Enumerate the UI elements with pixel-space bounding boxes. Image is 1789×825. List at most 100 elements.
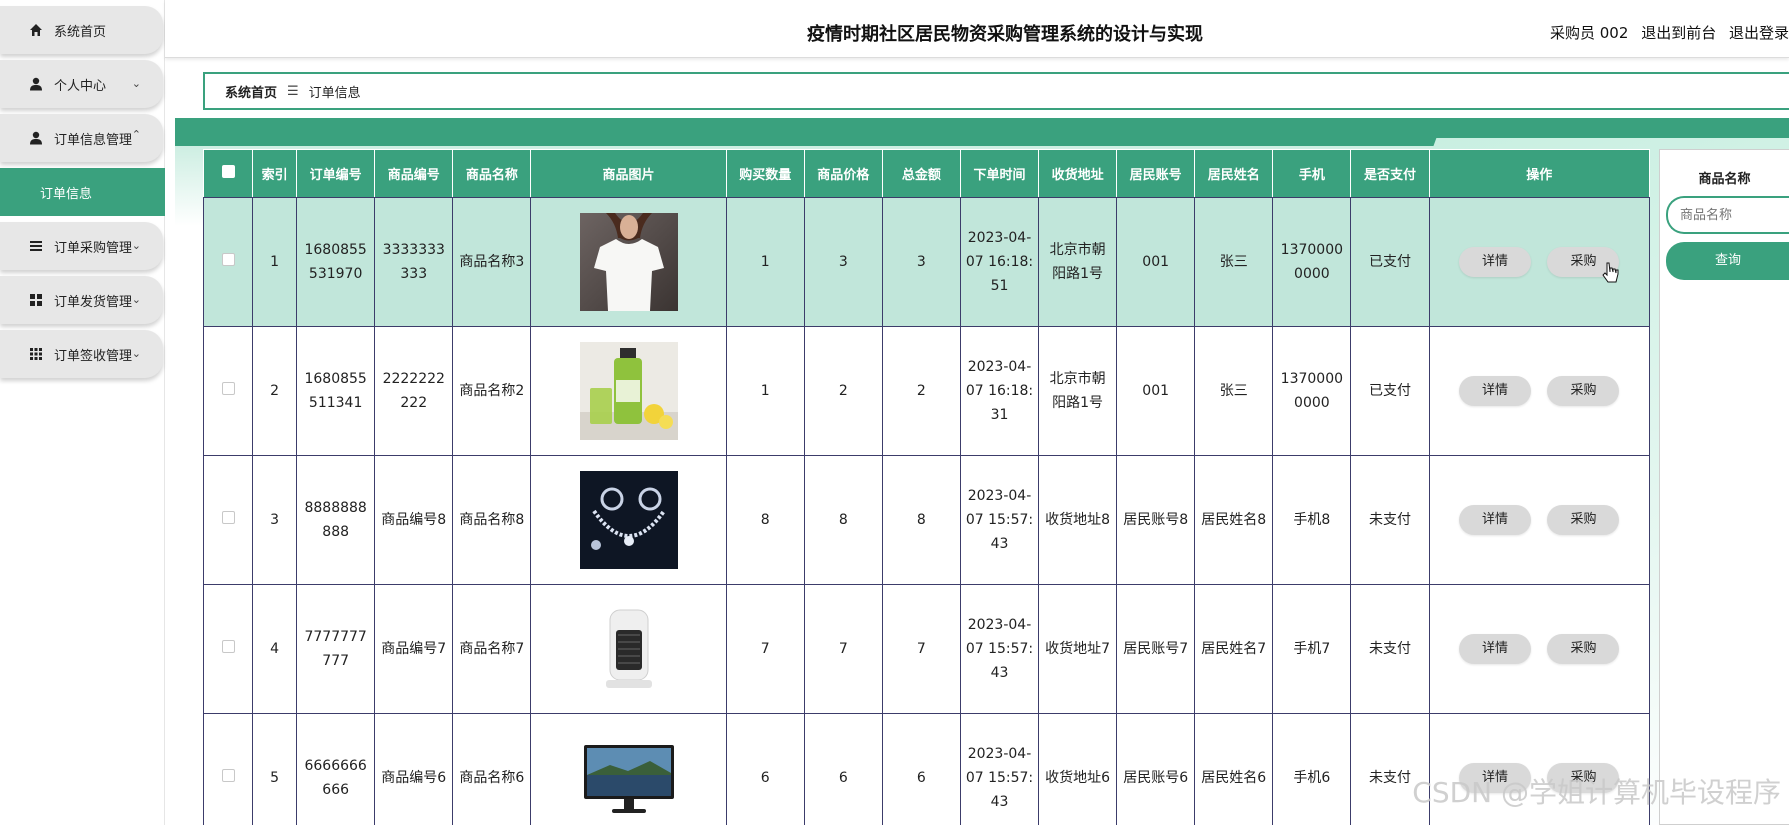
table-row[interactable]: 3 8888888888 商品编号8 商品名称8 8 8 8 2023-04-0… xyxy=(202,455,1650,585)
watermark: CSDN @学姐计算机毕设程序 xyxy=(1412,776,1781,809)
sidebar-item-personal[interactable]: 个人中心 ⌄ xyxy=(0,60,163,108)
cell-actions: 详情 采购 xyxy=(1429,455,1650,585)
grid9-icon xyxy=(28,346,44,362)
detail-button[interactable]: 详情 xyxy=(1459,247,1532,277)
cell-index: 4 xyxy=(252,584,298,714)
chevron-down-icon: ⌄ xyxy=(131,77,141,90)
cell-goods-name: 商品名称7 xyxy=(452,584,532,714)
breadcrumb-current: 订单信息 xyxy=(308,85,361,101)
search-button[interactable]: 查询 xyxy=(1666,242,1789,280)
select-all-checkbox[interactable] xyxy=(202,149,254,198)
cell-total: 8 xyxy=(882,455,961,585)
row-checkbox[interactable] xyxy=(202,197,254,327)
cell-phone: 手机6 xyxy=(1272,713,1352,825)
column-header: 总金额 xyxy=(881,149,961,198)
cell-order-time: 2023-04-07 16:18:31 xyxy=(960,326,1040,456)
order-table-wrapper: 索引 订单编号 商品编号 商品名称 商品图片 购买数量 商品价格 总金额 下单时… xyxy=(202,149,1650,825)
sidebar-item-home[interactable]: 系统首页 xyxy=(0,6,163,54)
cell-price: 3 xyxy=(804,197,883,327)
cell-phone: 手机7 xyxy=(1272,584,1352,714)
search-input[interactable] xyxy=(1666,196,1789,234)
column-header: 商品图片 xyxy=(530,149,727,198)
chevron-down-icon: ⌄ xyxy=(131,293,141,306)
cell-phone: 13700000000 xyxy=(1272,326,1352,456)
row-checkbox[interactable] xyxy=(202,455,254,585)
top-header: 疫情时期社区居民物资采购管理系统的设计与实现 采购员 002 退出到前台 退出登… xyxy=(165,0,1789,58)
sidebar-item-label: 订单采购管理 xyxy=(54,240,133,256)
cell-address: 收货地址8 xyxy=(1038,455,1118,585)
cell-price: 8 xyxy=(804,455,883,585)
cell-qty: 1 xyxy=(726,197,805,327)
cell-name: 张三 xyxy=(1194,326,1274,456)
column-header: 商品编号 xyxy=(374,149,454,198)
sidebar-item-order-purchase[interactable]: 订单采购管理 ⌄ xyxy=(0,222,163,270)
cell-paid-status: 未支付 xyxy=(1350,455,1430,585)
cell-address: 收货地址7 xyxy=(1038,584,1118,714)
cell-account: 001 xyxy=(1116,326,1196,456)
cell-total: 2 xyxy=(882,326,961,456)
column-header: 下单时间 xyxy=(959,149,1040,198)
detail-button[interactable]: 详情 xyxy=(1459,634,1532,664)
sidebar-item-label: 订单发货管理 xyxy=(54,294,133,310)
cell-goods-image xyxy=(530,326,727,456)
cell-goods-no: 3333333333 xyxy=(374,197,454,327)
product-image-white-tshirt xyxy=(579,213,678,311)
column-header: 是否支付 xyxy=(1350,149,1430,198)
column-header: 居民姓名 xyxy=(1194,149,1274,198)
exit-to-front-link[interactable]: 退出到前台 xyxy=(1641,24,1716,42)
cell-account: 001 xyxy=(1116,197,1196,327)
cell-qty: 8 xyxy=(726,455,805,585)
row-checkbox[interactable] xyxy=(202,713,254,825)
sidebar-item-order-receipt[interactable]: 订单签收管理 ⌄ xyxy=(0,330,163,378)
column-header: 居民账号 xyxy=(1116,149,1196,198)
cell-order-time: 2023-04-07 15:57:43 xyxy=(960,455,1040,585)
detail-button[interactable]: 详情 xyxy=(1459,505,1532,535)
cell-order-time: 2023-04-07 15:57:43 xyxy=(960,713,1040,825)
sidebar-item-label: 订单信息管理 xyxy=(54,132,133,148)
cell-price: 2 xyxy=(804,326,883,456)
cell-price: 6 xyxy=(804,713,883,825)
table-row[interactable]: 2 1680855511341 2222222222 商品名称2 1 2 2 2… xyxy=(202,326,1650,456)
product-image-space-heater xyxy=(579,600,678,698)
detail-button[interactable]: 详情 xyxy=(1459,376,1532,406)
table-row[interactable]: 4 7777777777 商品编号7 商品名称7 7 7 7 2023-04-0… xyxy=(202,584,1650,714)
breadcrumb-home[interactable]: 系统首页 xyxy=(225,82,277,101)
column-header: 收货地址 xyxy=(1038,149,1118,198)
sidebar-item-label: 系统首页 xyxy=(54,24,107,40)
user-icon xyxy=(28,76,44,92)
breadcrumb: 系统首页 ☰ 订单信息 xyxy=(203,72,1789,110)
table-row[interactable]: 1 1680855531970 3333333333 商品名称3 1 3 3 2… xyxy=(202,197,1650,327)
sidebar-subitem-order-info[interactable]: 订单信息 xyxy=(0,168,165,216)
purchase-button[interactable]: 采购 xyxy=(1547,634,1620,664)
purchase-button[interactable]: 采购 xyxy=(1547,505,1620,535)
chevron-up-icon: ⌃ xyxy=(131,128,141,141)
cell-price: 7 xyxy=(804,584,883,714)
cell-name: 居民姓名6 xyxy=(1194,713,1274,825)
sidebar-item-order-shipping[interactable]: 订单发货管理 ⌄ xyxy=(0,276,163,324)
cell-name: 居民姓名8 xyxy=(1194,455,1274,585)
cell-total: 7 xyxy=(882,584,961,714)
logout-link[interactable]: 退出登录 xyxy=(1729,24,1789,42)
sidebar-item-order-info-mgmt[interactable]: 订单信息管理 ⌃ xyxy=(0,114,163,162)
cell-total: 6 xyxy=(882,713,961,825)
cell-order-time: 2023-04-07 16:18:51 xyxy=(960,197,1040,327)
column-header: 索引 xyxy=(252,149,298,198)
header-user-area: 采购员 002 退出到前台 退出登录 xyxy=(1542,22,1789,43)
table-header-row: 索引 订单编号 商品编号 商品名称 商品图片 购买数量 商品价格 总金额 下单时… xyxy=(202,149,1650,198)
row-checkbox[interactable] xyxy=(202,584,254,714)
column-header: 操作 xyxy=(1428,149,1650,198)
cell-goods-name: 商品名称3 xyxy=(452,197,532,327)
cell-paid-status: 已支付 xyxy=(1350,197,1430,327)
purchase-button[interactable]: 采购 xyxy=(1547,376,1620,406)
cell-account: 居民账号6 xyxy=(1116,713,1196,825)
home-icon xyxy=(28,22,44,38)
search-label: 商品名称 xyxy=(1698,172,1751,187)
row-checkbox[interactable] xyxy=(202,326,254,456)
search-panel: 商品名称 查询 xyxy=(1659,149,1789,825)
cell-phone: 手机8 xyxy=(1272,455,1352,585)
cell-goods-no: 商品编号7 xyxy=(374,584,454,714)
cell-order-no: 1680855531970 xyxy=(296,197,376,327)
cell-order-no: 8888888888 xyxy=(296,455,376,585)
cell-total: 3 xyxy=(882,197,961,327)
user-icon xyxy=(28,130,44,146)
